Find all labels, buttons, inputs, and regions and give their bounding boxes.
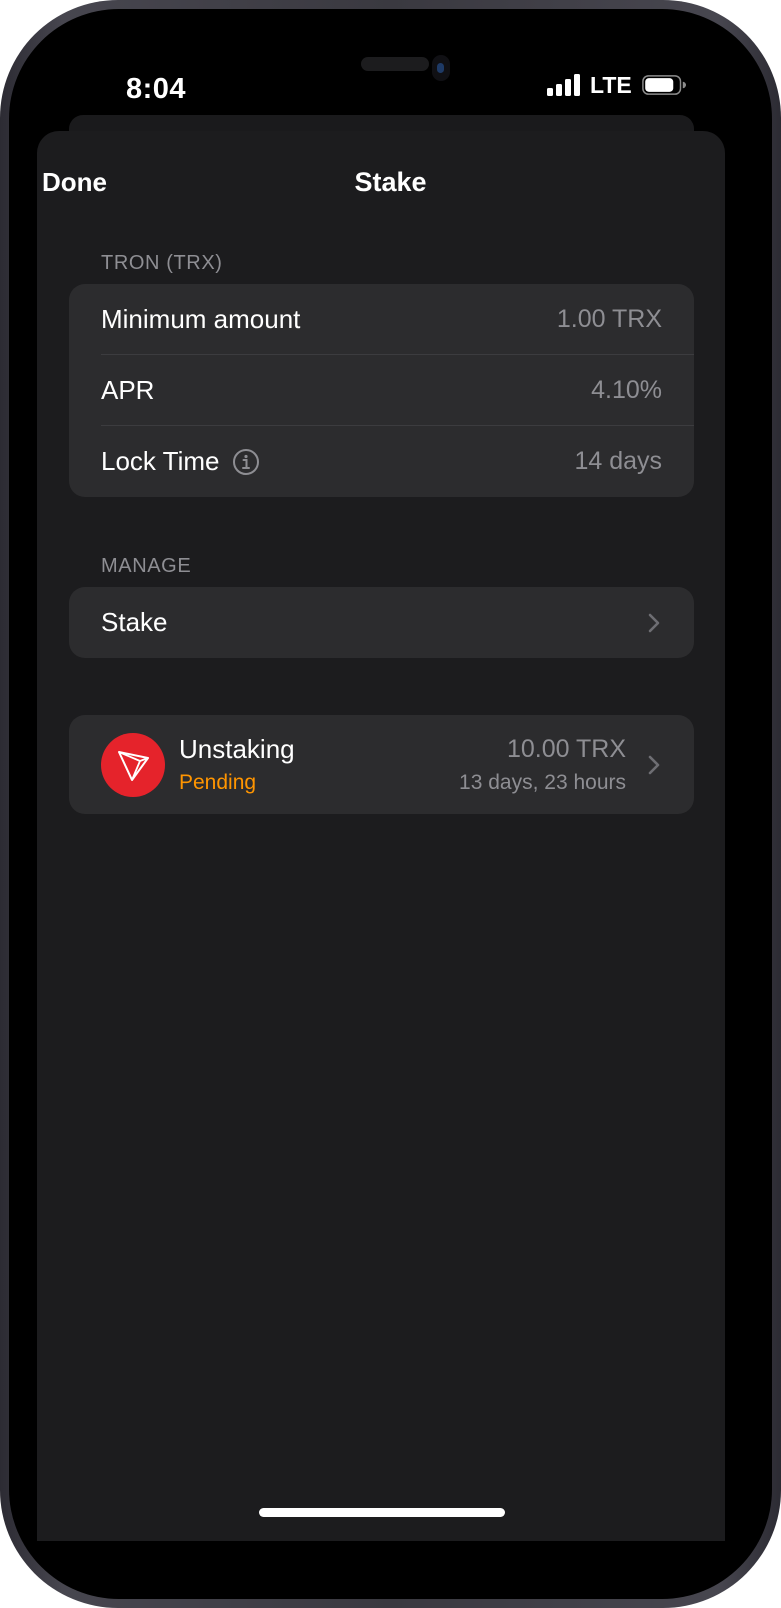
network-type: LTE	[590, 71, 632, 98]
unstaking-details: 10.00 TRX 13 days, 23 hours	[459, 735, 626, 795]
section-header-tron: TRON (TRX)	[101, 252, 223, 274]
stake-row[interactable]: Stake	[69, 587, 694, 658]
home-indicator[interactable]	[259, 1508, 505, 1517]
status-indicators: LTE	[547, 69, 686, 101]
info-row-apr: APR 4.10%	[69, 355, 694, 426]
phone-screen: 8:04 LTE Stake Done TRON (TRX) Minimum a…	[9, 9, 772, 1599]
battery-icon	[641, 75, 686, 95]
minimum-amount-value: 1.00 TRX	[556, 305, 662, 333]
chevron-right-icon	[648, 755, 660, 774]
unstaking-text: Unstaking Pending	[179, 734, 295, 795]
chevron-right-icon	[648, 613, 660, 632]
apr-value: 4.10%	[591, 376, 662, 404]
minimum-amount-label: Minimum amount	[101, 304, 301, 334]
lock-time-label: Lock Time	[101, 446, 220, 476]
unstaking-amount: 10.00 TRX	[506, 734, 626, 763]
info-icon[interactable]	[232, 448, 260, 476]
page-title: Stake	[354, 167, 427, 197]
status-time: 8:04	[126, 73, 187, 105]
phone-frame: 8:04 LTE Stake Done TRON (TRX) Minimum a…	[0, 0, 781, 1608]
unstaking-status: Pending	[179, 771, 257, 794]
tron-logo-icon	[101, 732, 165, 797]
info-row-minimum-amount: Minimum amount 1.00 TRX	[69, 284, 694, 355]
tron-mark-icon	[118, 750, 149, 781]
unstaking-remaining-time: 13 days, 23 hours	[459, 770, 626, 794]
info-row-lock-time: Lock Time 14 days	[69, 426, 694, 497]
unstaking-title: Unstaking	[179, 734, 295, 764]
done-button[interactable]: Done	[42, 167, 107, 198]
apr-label: APR	[101, 375, 155, 405]
section-header-manage: MANAGE	[101, 555, 192, 577]
front-camera-icon	[432, 55, 450, 81]
stake-row-label: Stake	[101, 607, 168, 637]
unstaking-group: Unstaking Pending 10.00 TRX 13 days, 23 …	[69, 715, 694, 814]
cellular-signal-icon	[547, 74, 580, 96]
manage-group: Stake	[69, 587, 694, 658]
lock-time-value: 14 days	[574, 447, 662, 475]
dynamic-island	[361, 57, 429, 71]
tron-info-group: Minimum amount 1.00 TRX APR 4.10% Lock T…	[69, 284, 694, 497]
unstaking-row[interactable]: Unstaking Pending 10.00 TRX 13 days, 23 …	[69, 715, 694, 814]
lock-time-label-group: Lock Time	[101, 446, 260, 477]
